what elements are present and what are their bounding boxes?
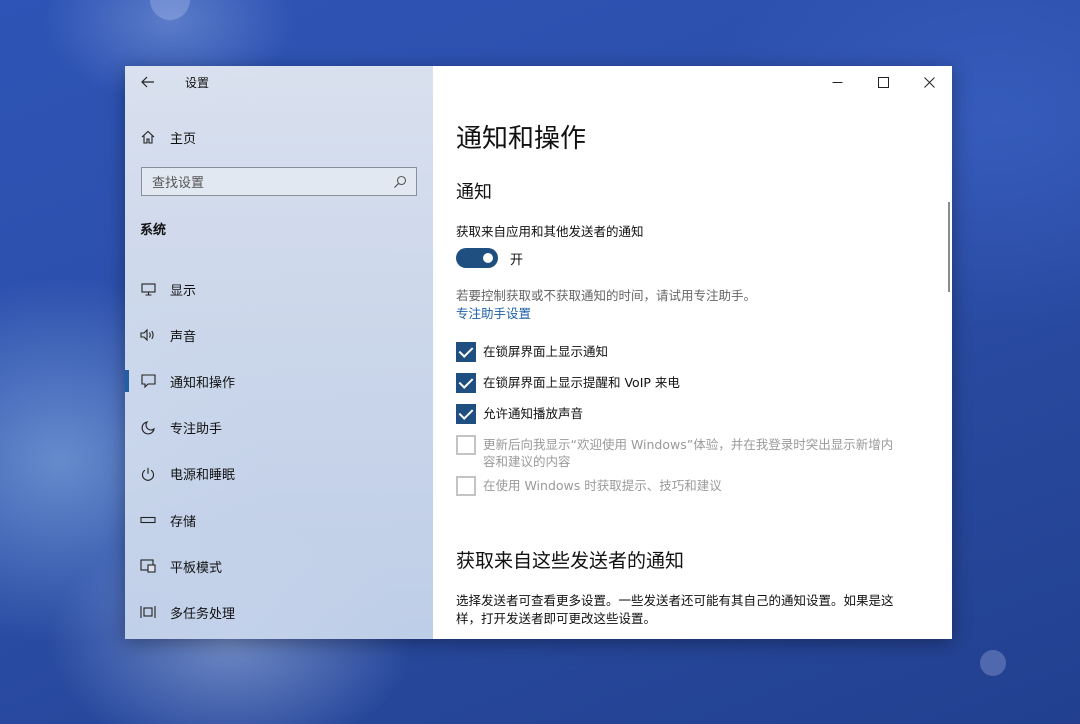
sidebar-item-label: 平板模式 [170, 560, 223, 576]
sidebar-nav: 显示 声音 通知和操作 专注助手 电源和睡眠 存储 平板模式 多任务处理 [125, 266, 433, 636]
sidebar-item-power[interactable]: 电源和睡眠 [125, 451, 433, 497]
checkbox-label: 在锁屏界面上显示提醒和 VoIP 来电 [483, 375, 680, 390]
checkbox-row: 更新后向我显示“欢迎使用 Windows”体验，并在我登录时突出显示新增内容和建… [456, 435, 896, 470]
storage-icon [140, 512, 156, 528]
notifications-toggle-label: 获取来自应用和其他发送者的通知 [456, 224, 644, 239]
sidebar-item-multitasking[interactable]: 多任务处理 [125, 589, 433, 635]
desktop-bubble [150, 0, 190, 20]
message-icon [140, 373, 156, 389]
minimize-button[interactable] [814, 66, 860, 98]
search-input[interactable]: 查找设置 [141, 167, 417, 196]
sidebar-item-sound[interactable]: 声音 [125, 312, 433, 358]
checkbox-label: 在使用 Windows 时获取提示、技巧和建议 [483, 478, 722, 493]
content-pane: 通知和操作 通知 获取来自应用和其他发送者的通知 开 若要控制获取或不获取通知的… [433, 66, 952, 639]
notifications-toggle[interactable] [456, 248, 498, 268]
close-button[interactable] [906, 66, 952, 98]
toggle-state-label: 开 [510, 252, 524, 268]
checkbox-notification-sounds[interactable] [456, 404, 476, 424]
sidebar-item-label: 多任务处理 [170, 606, 236, 622]
back-button[interactable] [125, 66, 171, 98]
minimize-icon [832, 81, 842, 83]
sidebar-item-label: 专注助手 [170, 422, 223, 438]
moon-icon [140, 420, 156, 436]
home-icon [140, 129, 156, 145]
checkbox-lockscreen-notifications[interactable] [456, 342, 476, 362]
app-title: 设置 [185, 75, 210, 90]
sidebar-item-label: 电源和睡眠 [170, 468, 236, 484]
scrollbar[interactable] [948, 202, 950, 292]
sidebar-item-storage[interactable]: 存储 [125, 497, 433, 543]
sidebar-item-label: 通知和操作 [170, 375, 236, 391]
sidebar-item-label: 主页 [170, 131, 197, 147]
senders-description: 选择发送者可查看更多设置。一些发送者还可能有其自己的通知设置。如果是这样，打开发… [456, 593, 894, 626]
search-placeholder: 查找设置 [152, 176, 205, 191]
checkbox-welcome-experience [456, 435, 476, 455]
checkbox-label: 在锁屏界面上显示通知 [483, 344, 609, 359]
checkbox-tips [456, 476, 476, 496]
desktop-bubble [980, 650, 1006, 676]
sidebar-item-label: 存储 [170, 514, 197, 530]
sidebar-item-tablet-mode[interactable]: 平板模式 [125, 543, 433, 589]
sidebar-item-label: 声音 [170, 329, 197, 345]
maximize-button[interactable] [860, 66, 906, 98]
checkbox-row: 在使用 Windows 时获取提示、技巧和建议 [456, 476, 896, 496]
sidebar-item-home[interactable]: 主页 [125, 122, 433, 152]
tablet-icon [140, 558, 156, 574]
back-arrow-icon [141, 76, 154, 88]
sidebar-item-focus-assist[interactable]: 专注助手 [125, 405, 433, 451]
checkbox-lockscreen-reminders[interactable] [456, 373, 476, 393]
window-controls [814, 66, 952, 98]
checkbox-label: 允许通知播放声音 [483, 406, 584, 421]
checkbox-label: 更新后向我显示“欢迎使用 Windows”体验，并在我登录时突出显示新增内容和建… [483, 437, 894, 469]
sidebar-item-label: 显示 [170, 283, 197, 299]
settings-window: 设置 主页 查找设置 系统 显示 声音 通知和操作 专注助手 电源和睡眠 存储 … [125, 66, 952, 639]
focus-assist-settings-link[interactable]: 专注助手设置 [456, 303, 531, 322]
notification-options: 在锁屏界面上显示通知 在锁屏界面上显示提醒和 VoIP 来电 允许通知播放声音 … [456, 342, 896, 496]
section-heading-system: 系统 [140, 223, 167, 238]
monitor-icon [140, 281, 156, 297]
sidebar-item-notifications[interactable]: 通知和操作 [125, 358, 433, 404]
focus-hint-text: 若要控制获取或不获取通知的时间，请试用专注助手。 [456, 288, 757, 303]
sidebar: 设置 主页 查找设置 系统 显示 声音 通知和操作 专注助手 电源和睡眠 存储 … [125, 66, 433, 639]
speaker-icon [140, 327, 156, 343]
search-icon [394, 175, 407, 188]
section-heading-senders: 获取来自这些发送者的通知 [456, 550, 685, 572]
maximize-icon [877, 76, 889, 88]
checkbox-row[interactable]: 在锁屏界面上显示通知 [456, 342, 896, 362]
notifications-toggle-row: 开 [456, 248, 523, 268]
multitask-icon [140, 604, 156, 620]
section-heading-notifications: 通知 [456, 182, 492, 203]
power-icon [140, 466, 156, 482]
close-icon [923, 76, 935, 88]
title-bar: 设置 [125, 66, 433, 98]
checkbox-row[interactable]: 在锁屏界面上显示提醒和 VoIP 来电 [456, 373, 896, 393]
sidebar-item-display[interactable]: 显示 [125, 266, 433, 312]
checkbox-row[interactable]: 允许通知播放声音 [456, 404, 896, 424]
page-title: 通知和操作 [456, 124, 587, 154]
